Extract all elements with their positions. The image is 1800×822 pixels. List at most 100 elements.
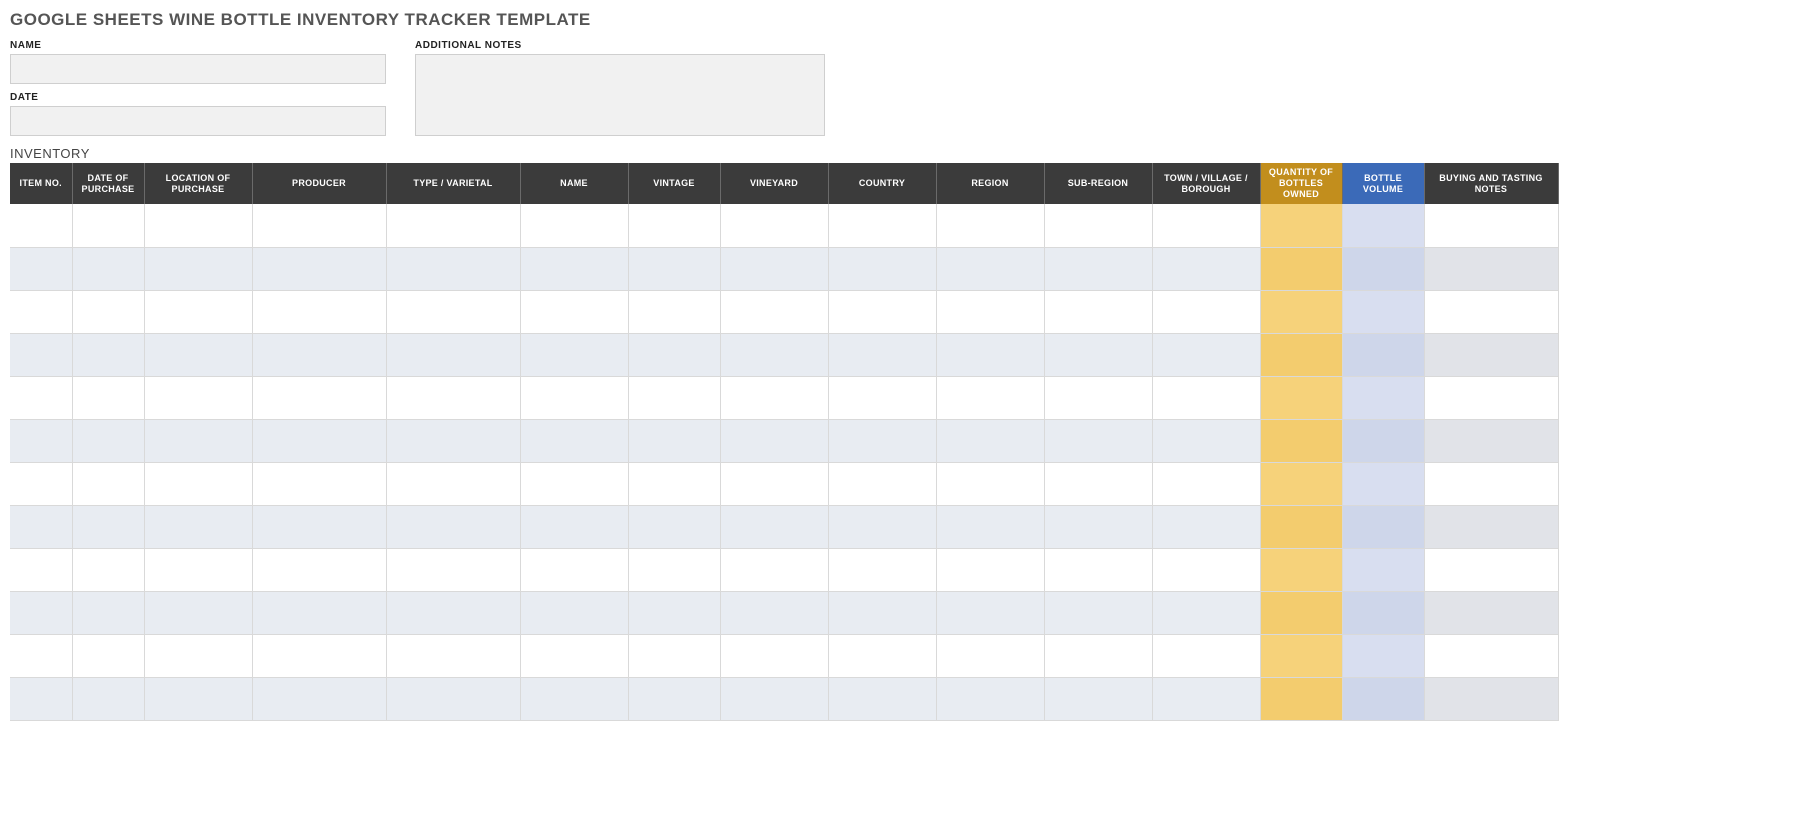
cell-name[interactable] xyxy=(520,548,628,591)
cell-location[interactable] xyxy=(144,505,252,548)
cell-vintage[interactable] xyxy=(628,634,720,677)
cell-producer[interactable] xyxy=(252,591,386,634)
cell-name[interactable] xyxy=(520,591,628,634)
cell-town[interactable] xyxy=(1152,419,1260,462)
cell-subregion[interactable] xyxy=(1044,376,1152,419)
cell-vol[interactable] xyxy=(1342,204,1424,247)
cell-vintage[interactable] xyxy=(628,290,720,333)
cell-subregion[interactable] xyxy=(1044,591,1152,634)
cell-notes[interactable] xyxy=(1424,548,1558,591)
cell-item_no[interactable] xyxy=(10,419,72,462)
cell-location[interactable] xyxy=(144,247,252,290)
cell-type[interactable] xyxy=(386,591,520,634)
cell-vintage[interactable] xyxy=(628,204,720,247)
cell-vintage[interactable] xyxy=(628,333,720,376)
cell-notes[interactable] xyxy=(1424,462,1558,505)
cell-vol[interactable] xyxy=(1342,462,1424,505)
cell-vineyard[interactable] xyxy=(720,247,828,290)
cell-location[interactable] xyxy=(144,591,252,634)
cell-vintage[interactable] xyxy=(628,505,720,548)
cell-notes[interactable] xyxy=(1424,376,1558,419)
cell-item_no[interactable] xyxy=(10,677,72,720)
cell-country[interactable] xyxy=(828,419,936,462)
cell-type[interactable] xyxy=(386,634,520,677)
cell-item_no[interactable] xyxy=(10,247,72,290)
cell-name[interactable] xyxy=(520,634,628,677)
cell-date[interactable] xyxy=(72,376,144,419)
cell-name[interactable] xyxy=(520,419,628,462)
cell-name[interactable] xyxy=(520,505,628,548)
cell-name[interactable] xyxy=(520,677,628,720)
cell-date[interactable] xyxy=(72,505,144,548)
cell-name[interactable] xyxy=(520,333,628,376)
cell-vineyard[interactable] xyxy=(720,548,828,591)
cell-country[interactable] xyxy=(828,505,936,548)
cell-town[interactable] xyxy=(1152,548,1260,591)
cell-qty[interactable] xyxy=(1260,548,1342,591)
cell-town[interactable] xyxy=(1152,462,1260,505)
cell-region[interactable] xyxy=(936,376,1044,419)
cell-region[interactable] xyxy=(936,247,1044,290)
cell-vintage[interactable] xyxy=(628,591,720,634)
cell-vineyard[interactable] xyxy=(720,290,828,333)
cell-vintage[interactable] xyxy=(628,419,720,462)
cell-qty[interactable] xyxy=(1260,505,1342,548)
cell-town[interactable] xyxy=(1152,591,1260,634)
cell-town[interactable] xyxy=(1152,505,1260,548)
cell-type[interactable] xyxy=(386,462,520,505)
cell-type[interactable] xyxy=(386,677,520,720)
cell-notes[interactable] xyxy=(1424,333,1558,376)
cell-region[interactable] xyxy=(936,548,1044,591)
cell-subregion[interactable] xyxy=(1044,419,1152,462)
cell-region[interactable] xyxy=(936,677,1044,720)
cell-date[interactable] xyxy=(72,290,144,333)
cell-date[interactable] xyxy=(72,548,144,591)
cell-date[interactable] xyxy=(72,333,144,376)
cell-item_no[interactable] xyxy=(10,634,72,677)
cell-vol[interactable] xyxy=(1342,591,1424,634)
cell-vintage[interactable] xyxy=(628,462,720,505)
cell-producer[interactable] xyxy=(252,376,386,419)
cell-qty[interactable] xyxy=(1260,419,1342,462)
cell-producer[interactable] xyxy=(252,634,386,677)
cell-type[interactable] xyxy=(386,419,520,462)
cell-qty[interactable] xyxy=(1260,634,1342,677)
cell-subregion[interactable] xyxy=(1044,505,1152,548)
cell-producer[interactable] xyxy=(252,419,386,462)
cell-date[interactable] xyxy=(72,419,144,462)
cell-region[interactable] xyxy=(936,290,1044,333)
cell-vintage[interactable] xyxy=(628,376,720,419)
cell-type[interactable] xyxy=(386,376,520,419)
cell-vineyard[interactable] xyxy=(720,505,828,548)
cell-location[interactable] xyxy=(144,204,252,247)
cell-town[interactable] xyxy=(1152,204,1260,247)
cell-vintage[interactable] xyxy=(628,548,720,591)
cell-subregion[interactable] xyxy=(1044,247,1152,290)
cell-producer[interactable] xyxy=(252,505,386,548)
cell-date[interactable] xyxy=(72,591,144,634)
cell-notes[interactable] xyxy=(1424,290,1558,333)
cell-location[interactable] xyxy=(144,333,252,376)
cell-vol[interactable] xyxy=(1342,548,1424,591)
cell-type[interactable] xyxy=(386,290,520,333)
cell-region[interactable] xyxy=(936,505,1044,548)
cell-notes[interactable] xyxy=(1424,247,1558,290)
cell-subregion[interactable] xyxy=(1044,333,1152,376)
cell-country[interactable] xyxy=(828,548,936,591)
cell-name[interactable] xyxy=(520,462,628,505)
date-input[interactable] xyxy=(10,106,386,136)
cell-date[interactable] xyxy=(72,634,144,677)
cell-country[interactable] xyxy=(828,591,936,634)
cell-town[interactable] xyxy=(1152,290,1260,333)
cell-vintage[interactable] xyxy=(628,677,720,720)
cell-qty[interactable] xyxy=(1260,204,1342,247)
cell-vol[interactable] xyxy=(1342,247,1424,290)
cell-notes[interactable] xyxy=(1424,505,1558,548)
cell-vineyard[interactable] xyxy=(720,591,828,634)
cell-vol[interactable] xyxy=(1342,290,1424,333)
cell-qty[interactable] xyxy=(1260,290,1342,333)
cell-name[interactable] xyxy=(520,204,628,247)
cell-subregion[interactable] xyxy=(1044,462,1152,505)
cell-region[interactable] xyxy=(936,204,1044,247)
cell-country[interactable] xyxy=(828,677,936,720)
